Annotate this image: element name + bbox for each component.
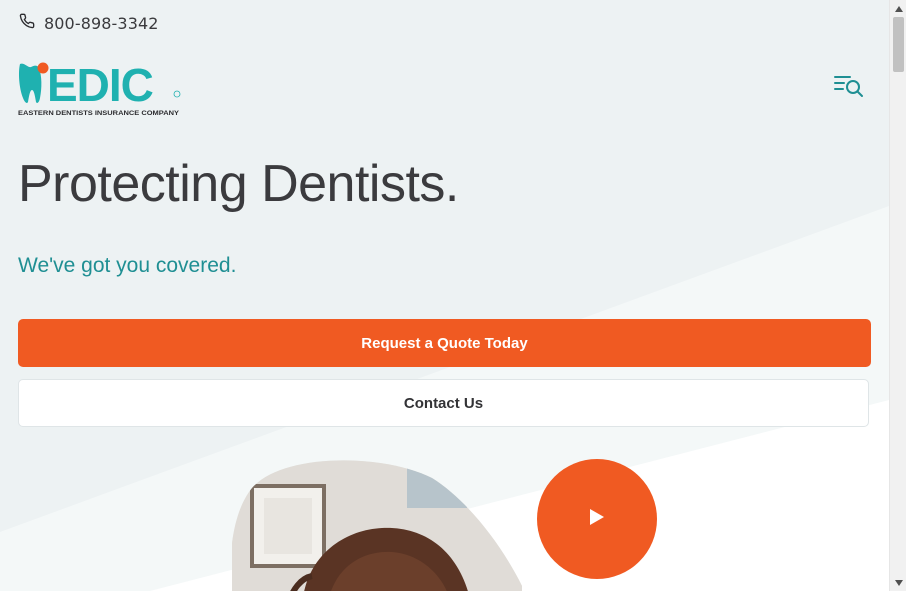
page-title: Protecting Dentists. bbox=[18, 155, 459, 213]
scroll-up-arrow-icon[interactable] bbox=[890, 0, 906, 17]
page: 800-898-3342 EDIC EASTERN DENTISTS INSUR… bbox=[0, 0, 889, 591]
scrollbar-thumb[interactable] bbox=[893, 17, 904, 72]
request-quote-button[interactable]: Request a Quote Today bbox=[18, 319, 871, 367]
edic-logo[interactable]: EDIC EASTERN DENTISTS INSURANCE COMPANY bbox=[17, 58, 187, 120]
phone-link[interactable]: 800-898-3342 bbox=[19, 12, 159, 34]
play-icon bbox=[588, 507, 606, 532]
menu-search-icon bbox=[833, 76, 865, 103]
logo-tagline: EASTERN DENTISTS INSURANCE COMPANY bbox=[18, 110, 180, 117]
contact-us-button[interactable]: Contact Us bbox=[18, 379, 869, 427]
phone-number: 800-898-3342 bbox=[44, 13, 159, 33]
play-video-button[interactable] bbox=[537, 459, 657, 579]
scroll-down-arrow-icon[interactable] bbox=[890, 574, 906, 591]
logo-wordmark: EDIC bbox=[47, 59, 153, 111]
dentist-photo bbox=[232, 460, 522, 591]
phone-icon bbox=[19, 13, 35, 34]
vertical-scrollbar[interactable] bbox=[889, 0, 906, 591]
hero-subtitle: We've got you covered. bbox=[18, 254, 237, 277]
menu-search-button[interactable] bbox=[833, 73, 865, 99]
